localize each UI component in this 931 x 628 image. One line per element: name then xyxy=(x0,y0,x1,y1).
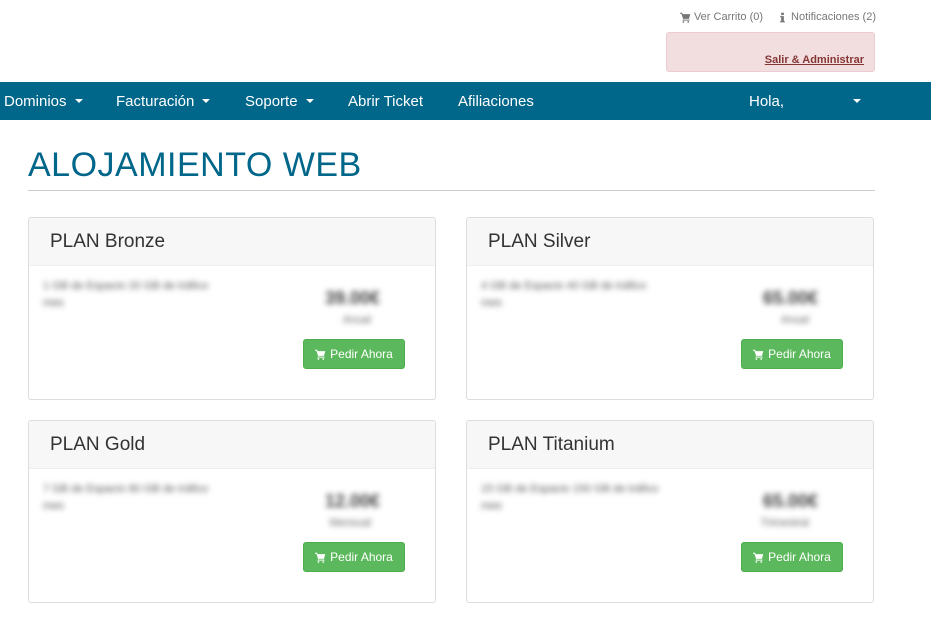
top-links: Ver Carrito (0) Notificaciones (2) xyxy=(679,11,876,23)
admin-alert-box: Salir & Administrar xyxy=(666,32,875,72)
plan-billing-cycle: Mensual xyxy=(329,517,371,529)
nav-facturacion[interactable]: Facturación xyxy=(116,82,211,120)
plan-price: 65.00€ xyxy=(762,288,818,308)
plan-name: PLAN Gold xyxy=(29,421,435,469)
order-now-button[interactable]: Pedir Ahora xyxy=(741,339,843,369)
order-button-label: Pedir Ahora xyxy=(768,347,831,361)
plan-price: 39.00€ xyxy=(324,288,380,308)
nav-abrir-ticket[interactable]: Abrir Ticket xyxy=(348,82,423,120)
title-divider xyxy=(28,190,875,191)
plan-name: PLAN Bronze xyxy=(29,218,435,266)
nav-label: Soporte xyxy=(245,92,298,110)
plan-description: 7 GB de Espacio 80 GB de tráfico mes xyxy=(43,483,209,512)
notifications-link[interactable]: Notificaciones (2) xyxy=(777,11,876,23)
logout-admin-link[interactable]: Salir & Administrar xyxy=(765,54,864,66)
user-greeting: Hola, xyxy=(749,92,785,110)
plan-description: 15 GB de Espacio 150 GB de tráfico mes xyxy=(481,483,659,512)
order-button-label: Pedir Ahora xyxy=(768,550,831,564)
cart-icon xyxy=(679,12,691,23)
nav-dominios[interactable]: Dominios xyxy=(4,82,83,120)
order-now-button[interactable]: Pedir Ahora xyxy=(741,542,843,572)
plan-price: 12.00€ xyxy=(324,491,380,511)
notifications-label: Notificaciones (2) xyxy=(791,11,876,23)
page-title: ALOJAMIENTO WEB xyxy=(28,146,362,184)
plan-name: PLAN Titanium xyxy=(467,421,873,469)
nav-label: Afiliaciones xyxy=(458,92,534,110)
plan-card-bronze: PLAN Bronze 1 GB de Espacio 20 GB de trá… xyxy=(28,217,436,400)
caret-down-icon xyxy=(853,99,861,103)
main-navbar: Dominios Facturación Soporte Abrir Ticke… xyxy=(0,82,931,120)
plan-billing-cycle: Anual xyxy=(780,314,809,326)
plan-description: 4 GB de Espacio 40 GB de tráfico mes xyxy=(481,280,647,309)
plan-card-gold: PLAN Gold 7 GB de Espacio 80 GB de tráfi… xyxy=(28,420,436,603)
plan-billing-cycle: Trimestral xyxy=(760,517,809,529)
plan-description: 1 GB de Espacio 20 GB de tráfico mes xyxy=(43,280,209,309)
order-button-label: Pedir Ahora xyxy=(330,347,393,361)
cart-icon xyxy=(753,349,764,360)
plan-card-titanium: PLAN Titanium 15 GB de Espacio 150 GB de… xyxy=(466,420,874,603)
nav-soporte[interactable]: Soporte xyxy=(245,82,314,120)
nav-label: Abrir Ticket xyxy=(348,92,424,110)
cart-icon xyxy=(753,552,764,563)
order-now-button[interactable]: Pedir Ahora xyxy=(303,339,405,369)
nav-user-menu[interactable]: Hola, xyxy=(749,82,861,120)
caret-down-icon xyxy=(74,99,83,103)
info-icon xyxy=(780,12,785,22)
order-button-label: Pedir Ahora xyxy=(330,550,393,564)
plan-name: PLAN Silver xyxy=(467,218,873,266)
nav-label: Dominios xyxy=(4,92,67,110)
nav-afiliaciones[interactable]: Afiliaciones xyxy=(458,82,534,120)
cart-icon xyxy=(315,552,326,563)
cart-icon xyxy=(315,349,326,360)
plan-card-silver: PLAN Silver 4 GB de Espacio 40 GB de trá… xyxy=(466,217,874,400)
cart-link[interactable]: Ver Carrito (0) xyxy=(679,11,764,23)
top-bar: Ver Carrito (0) Notificaciones (2) Salir… xyxy=(0,0,931,82)
order-now-button[interactable]: Pedir Ahora xyxy=(303,542,405,572)
plan-price: 65.00€ xyxy=(762,491,818,511)
plan-billing-cycle: Anual xyxy=(342,314,371,326)
nav-label: Facturación xyxy=(116,92,195,110)
caret-down-icon xyxy=(202,99,211,103)
caret-down-icon xyxy=(305,99,314,103)
cart-label: Ver Carrito (0) xyxy=(693,11,764,23)
